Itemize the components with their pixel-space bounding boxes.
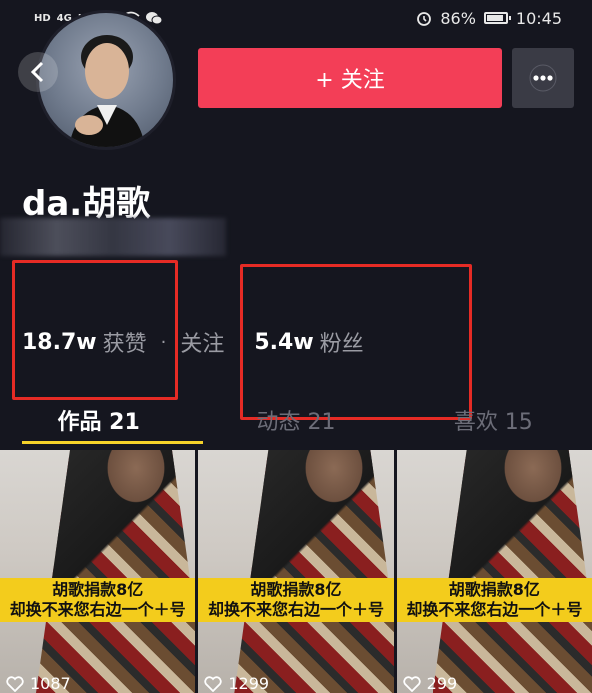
video-figure bbox=[432, 450, 592, 693]
video-caption: 胡歌捐款8亿 却换不来您右边一个＋号 bbox=[396, 578, 592, 622]
video-likes: 1087 bbox=[6, 674, 71, 693]
video-caption-line2: 却换不来您右边一个＋号 bbox=[207, 600, 384, 619]
tab-likes[interactable]: 喜欢 15 bbox=[395, 396, 592, 444]
follow-button[interactable]: + 关注 bbox=[198, 48, 502, 108]
video-likes: 1299 bbox=[204, 674, 269, 693]
heart-icon bbox=[403, 675, 421, 692]
video-caption-line2: 却换不来您右边一个＋号 bbox=[9, 600, 186, 619]
video-likes-count: 1299 bbox=[228, 674, 270, 693]
wechat-icon bbox=[145, 12, 162, 25]
video-thumbnail[interactable]: 胡歌捐款8亿 却换不来您右边一个＋号 1299 bbox=[198, 450, 394, 693]
more-dots-icon bbox=[529, 64, 557, 92]
battery-icon bbox=[483, 12, 511, 24]
avatar[interactable] bbox=[36, 10, 176, 150]
more-options-button[interactable] bbox=[512, 48, 574, 108]
video-grid: 胡歌捐款8亿 却换不来您右边一个＋号 1087 胡歌捐款8亿 却换不来您右边一个… bbox=[0, 450, 592, 693]
status-right: 86% 10:45 bbox=[416, 9, 562, 28]
video-thumbnail[interactable]: 胡歌捐款8亿 却换不来您右边一个＋号 1087 bbox=[0, 450, 196, 693]
video-likes: 299 bbox=[403, 674, 458, 693]
video-thumbnail[interactable]: 胡歌捐款8亿 却换不来您右边一个＋号 299 bbox=[396, 450, 592, 693]
avatar-portrait bbox=[69, 35, 145, 147]
video-figure bbox=[234, 450, 394, 693]
video-caption-line1: 胡歌捐款8亿 bbox=[250, 580, 342, 599]
battery-percent: 86% bbox=[440, 8, 476, 28]
chevron-left-icon bbox=[30, 61, 44, 83]
video-caption-line1: 胡歌捐款8亿 bbox=[448, 580, 540, 599]
following-label[interactable]: 关注 bbox=[180, 326, 224, 358]
video-caption: 胡歌捐款8亿 却换不来您右边一个＋号 bbox=[0, 578, 196, 622]
heart-icon bbox=[204, 675, 222, 692]
video-likes-count: 299 bbox=[426, 674, 458, 693]
tab-moments[interactable]: 动态 21 bbox=[197, 396, 394, 444]
video-caption: 胡歌捐款8亿 却换不来您右边一个＋号 bbox=[198, 578, 394, 622]
video-likes-count: 1087 bbox=[30, 674, 71, 693]
highlight-box-likes bbox=[12, 260, 178, 400]
video-figure bbox=[36, 450, 196, 693]
back-button[interactable] bbox=[18, 52, 58, 92]
alarm-icon bbox=[417, 12, 432, 26]
video-caption-line1: 胡歌捐款8亿 bbox=[52, 580, 144, 599]
blurred-signature bbox=[0, 218, 226, 256]
tab-works[interactable]: 作品 21 bbox=[0, 396, 204, 444]
content-tabs: 作品 21 动态 21 喜欢 15 bbox=[0, 396, 592, 444]
network-indicator-1: HD bbox=[34, 12, 51, 24]
video-caption-line2: 却换不来您右边一个＋号 bbox=[406, 600, 583, 619]
status-time: 10:45 bbox=[515, 8, 562, 28]
heart-icon bbox=[6, 675, 24, 692]
